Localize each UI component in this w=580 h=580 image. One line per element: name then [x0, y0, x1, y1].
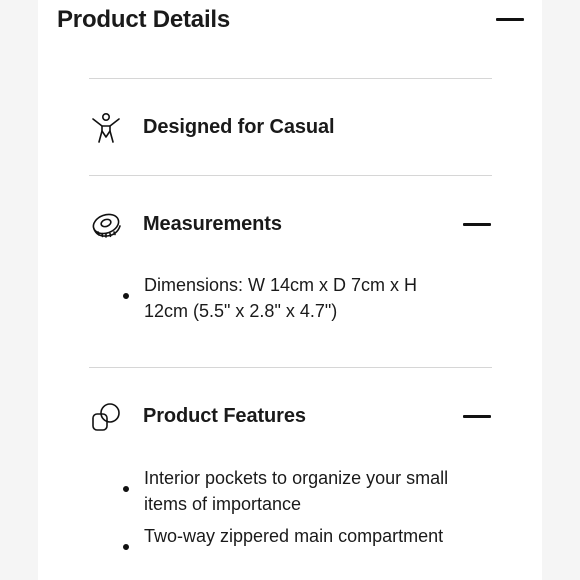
- bullet-dot: [123, 486, 129, 492]
- list-item: Dimensions: W 14cm x D 7cm x H 12cm (5.5…: [120, 272, 450, 324]
- section-title-product-features[interactable]: Product Features: [143, 405, 306, 428]
- measurements-list: Dimensions: W 14cm x D 7cm x H 12cm (5.5…: [120, 272, 450, 330]
- page-title: Product Details: [57, 6, 231, 33]
- features-shapes-icon: [92, 403, 120, 431]
- person-arms-raised-icon: [92, 112, 120, 143]
- product-details-page: Product Details Designed for Casual Meas…: [0, 0, 580, 580]
- bullet-text: Two-way zippered main compartment: [144, 526, 444, 546]
- collapse-product-details-button[interactable]: [496, 18, 524, 21]
- list-item: Two-way zippered main compartment: [120, 523, 450, 550]
- section-title-measurements[interactable]: Measurements: [143, 213, 282, 236]
- bullet-text: Interior pockets to organize your small …: [144, 468, 449, 514]
- collapse-measurements-button[interactable]: [463, 223, 491, 226]
- bullet-text: Dimensions: W 14cm x D 7cm x H 12cm (5.5…: [144, 275, 418, 321]
- divider: [89, 78, 492, 79]
- features-list: Interior pockets to organize your small …: [120, 465, 450, 555]
- divider: [89, 367, 492, 368]
- divider: [89, 175, 492, 176]
- section-title-designed-for-casual[interactable]: Designed for Casual: [143, 116, 335, 139]
- collapse-product-features-button[interactable]: [463, 415, 491, 418]
- list-item: Interior pockets to organize your small …: [120, 465, 450, 517]
- bullet-dot: [123, 544, 129, 550]
- bullet-dot: [123, 293, 129, 299]
- measuring-tape-icon: [92, 213, 121, 238]
